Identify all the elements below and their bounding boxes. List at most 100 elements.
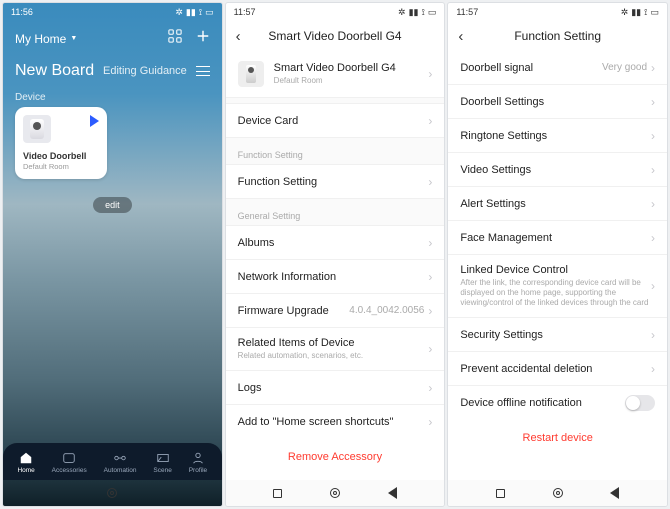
play-icon[interactable] [90,115,99,127]
chevron-right-icon: › [428,304,432,318]
page-header: ‹ Function Setting [448,21,667,51]
recent-apps-button[interactable] [496,489,505,498]
editing-guidance[interactable]: Editing Guidance [103,65,187,77]
chevron-right-icon: › [428,67,432,81]
signal-value: Very good [602,62,647,73]
bluetooth-icon: ✲ [175,8,183,17]
tab-bar: Home Accessories Automation Scene Profil… [3,443,222,480]
screen-home: 11:56 ✲ ▮▮ ⟟ ▭ My Home ▼ [3,3,222,506]
chevron-right-icon: › [651,362,655,376]
row-label: Device Card [238,115,429,127]
recent-apps-button[interactable] [273,489,282,498]
network-row[interactable]: Network Information › [226,260,445,294]
back-button[interactable] [388,487,397,499]
tab-label: Scene [153,467,171,474]
menu-icon[interactable] [196,66,210,76]
firmware-row[interactable]: Firmware Upgrade 4.0.4_0042.0056 › [226,294,445,328]
face-management-row[interactable]: Face Management › [448,221,667,255]
logs-row[interactable]: Logs › [226,371,445,405]
offline-notification-row[interactable]: Device offline notification [448,386,667,420]
grid-icon[interactable] [168,29,182,48]
status-icons: ✲ ▮▮ ⟟ ▭ [175,8,213,17]
chevron-right-icon: › [428,342,432,356]
chevron-down-icon: ▼ [70,35,77,42]
plus-icon[interactable] [196,29,210,48]
restart-device-button[interactable]: Restart device [448,420,667,452]
chevron-right-icon: › [651,61,655,75]
edit-button[interactable]: edit [93,197,132,213]
battery-icon: ▭ [205,8,214,17]
chevron-right-icon: › [428,415,432,429]
bluetooth-icon: ✲ [398,8,406,17]
back-button[interactable] [610,487,619,499]
tab-profile[interactable]: Profile [189,451,207,474]
function-setting-row[interactable]: Function Setting › [226,165,445,199]
row-label: Ringtone Settings [460,130,651,142]
related-items-row[interactable]: Related Items of Device Related automati… [226,328,445,371]
chevron-right-icon: › [651,197,655,211]
offline-toggle[interactable] [625,395,655,411]
security-settings-row[interactable]: Security Settings › [448,318,667,352]
tab-label: Profile [189,467,207,474]
chevron-right-icon: › [428,381,432,395]
doorbell-settings-row[interactable]: Doorbell Settings › [448,85,667,119]
status-bar: 11:57 ✲ ▮▮ ⟟ ▭ [226,3,445,21]
section-general: General Setting [226,199,445,226]
row-label: Related Items of Device [238,337,429,349]
screen-device-settings: 11:57 ✲ ▮▮ ⟟ ▭ ‹ Smart Video Doorbell G4… [226,3,445,506]
row-sub: After the link, the corresponding device… [460,278,651,308]
row-label: Function Setting [238,176,429,188]
chevron-right-icon: › [651,328,655,342]
chevron-right-icon: › [651,163,655,177]
row-sub: Related automation, scenarios, etc. [238,351,429,361]
tab-accessories[interactable]: Accessories [52,451,87,474]
status-icons: ✲ ▮▮ ⟟ ▭ [398,8,436,17]
doorbell-signal-row[interactable]: Doorbell signal Very good › [448,51,667,85]
back-icon[interactable]: ‹ [236,28,241,45]
device-header-tile[interactable]: Smart Video Doorbell G4 Default Room › [226,51,445,98]
video-settings-row[interactable]: Video Settings › [448,153,667,187]
device-room: Default Room [23,162,99,171]
tab-label: Home [17,467,34,474]
prevent-deletion-row[interactable]: Prevent accidental deletion › [448,352,667,386]
tab-home[interactable]: Home [17,451,34,474]
bluetooth-icon: ✲ [621,8,629,17]
home-selector[interactable]: My Home ▼ [15,32,77,46]
tab-scene[interactable]: Scene [153,451,171,474]
chevron-right-icon: › [428,175,432,189]
device-card-row[interactable]: Device Card › [226,104,445,138]
shortcut-row[interactable]: Add to "Home screen shortcuts" › [226,405,445,439]
row-label: Doorbell Settings [460,96,651,108]
home-button[interactable] [330,488,340,498]
status-time: 11:56 [11,7,33,17]
linked-device-row[interactable]: Linked Device Control After the link, th… [448,255,667,318]
chevron-right-icon: › [428,270,432,284]
row-label: Add to "Home screen shortcuts" [238,416,429,428]
back-icon[interactable]: ‹ [458,28,463,45]
chevron-right-icon: › [651,129,655,143]
row-label: Albums [238,237,429,249]
row-label: Linked Device Control [460,264,651,276]
tab-automation[interactable]: Automation [104,451,137,474]
page-title: Function Setting [514,29,601,43]
home-button[interactable] [553,488,563,498]
ringtone-settings-row[interactable]: Ringtone Settings › [448,119,667,153]
signal-icon: ▮▮ [631,8,641,17]
tab-label: Automation [104,467,137,474]
chevron-right-icon: › [428,114,432,128]
status-time: 11:57 [234,7,256,17]
tab-label: Accessories [52,467,87,474]
remove-accessory-button[interactable]: Remove Accessory [226,439,445,471]
device-card[interactable]: Video Doorbell Default Room [15,107,107,179]
status-time: 11:57 [456,7,478,17]
row-label: Doorbell signal [460,62,602,74]
albums-row[interactable]: Albums › [226,226,445,260]
device-thumbnail [238,61,264,87]
page-header: ‹ Smart Video Doorbell G4 [226,21,445,51]
home-label: My Home [15,32,66,46]
chevron-right-icon: › [651,95,655,109]
row-label: Firmware Upgrade [238,305,350,317]
signal-icon: ▮▮ [409,8,419,17]
status-icons: ✲ ▮▮ ⟟ ▭ [621,8,659,17]
alert-settings-row[interactable]: Alert Settings › [448,187,667,221]
